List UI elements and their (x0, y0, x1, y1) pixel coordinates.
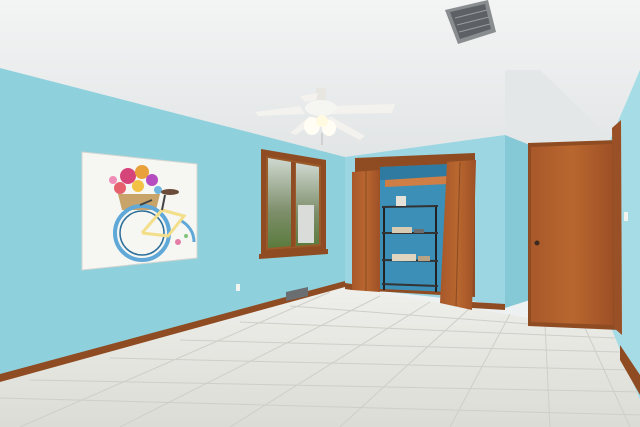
bedroom-door (528, 120, 622, 335)
bicycle-wall-art (81, 151, 198, 271)
closet (352, 153, 476, 310)
alcove-wall (505, 135, 530, 308)
wall-outlet (236, 284, 240, 291)
light-switch (624, 212, 628, 221)
room-image (0, 0, 640, 427)
door-knob (534, 240, 540, 246)
bedroom-photo (0, 0, 640, 427)
window (259, 149, 328, 259)
back-baseboard-left (345, 283, 352, 290)
